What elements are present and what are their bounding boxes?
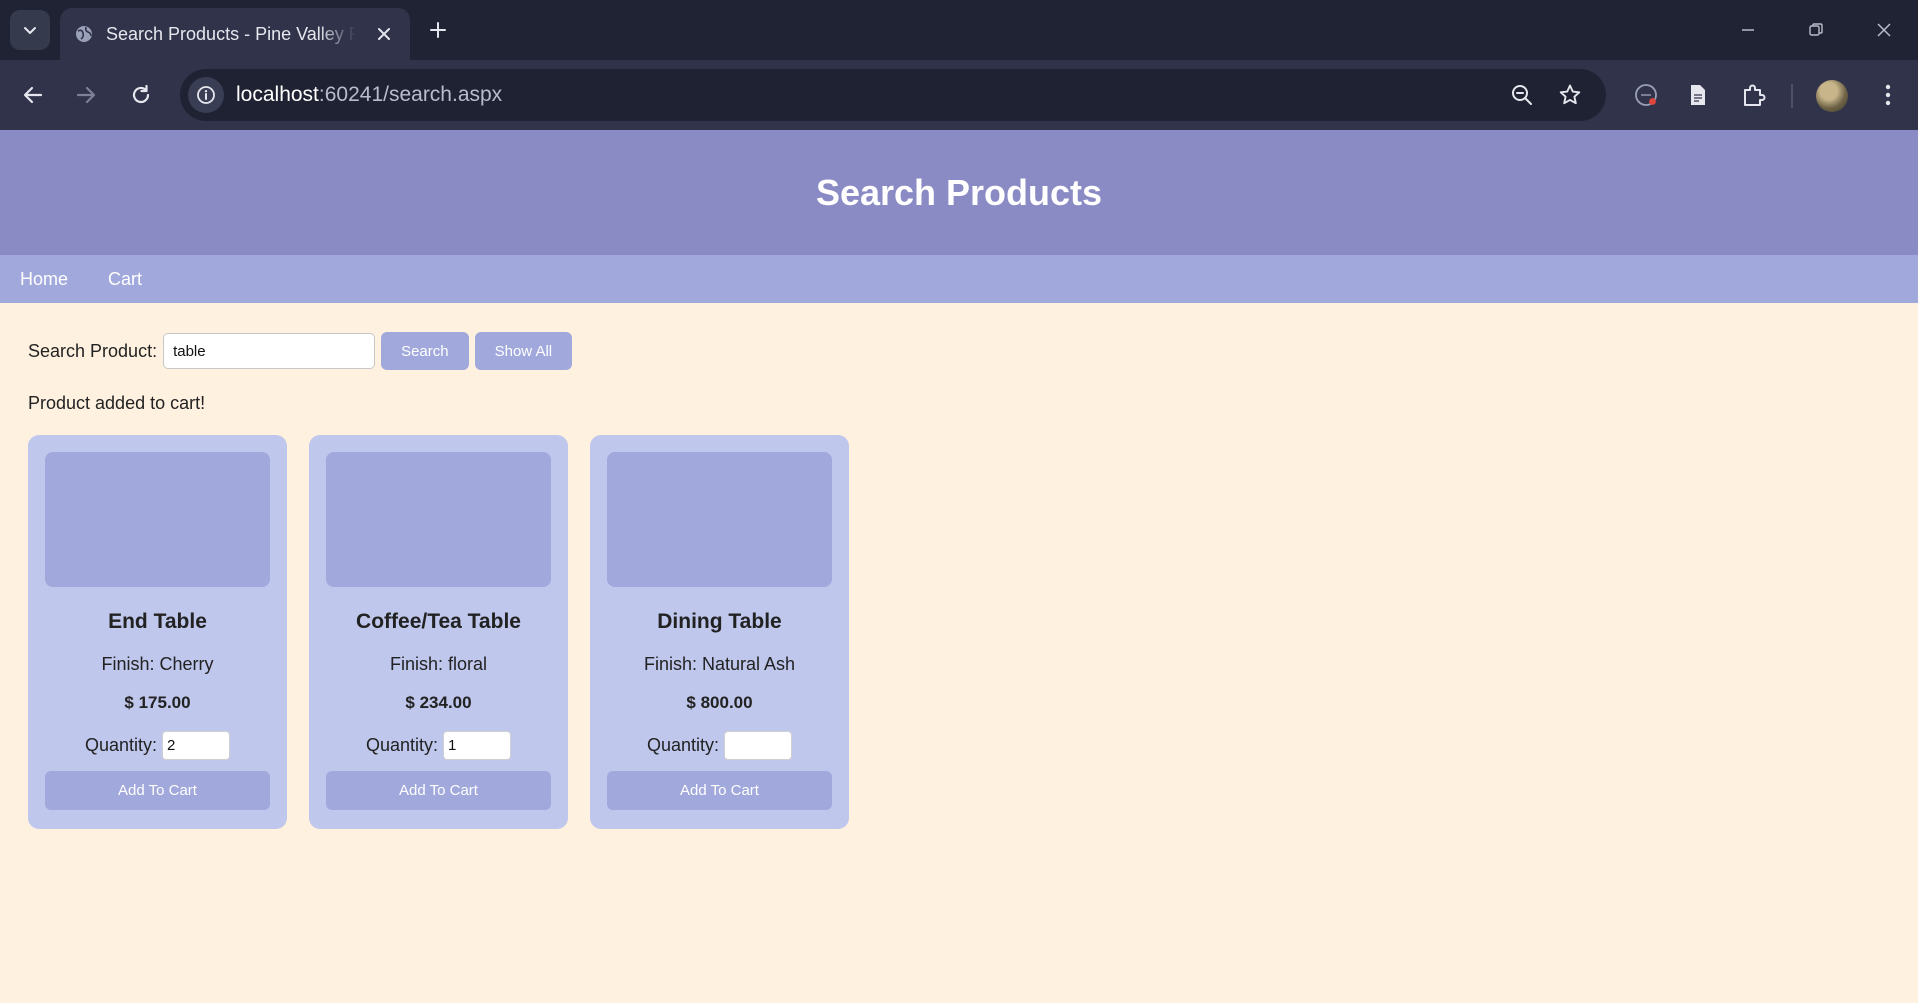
star-icon [1559,84,1581,105]
quantity-label: Quantity: [646,735,720,755]
address-bar[interactable]: localhost:60241/search.aspx [180,69,1606,121]
product-name: End Table [108,610,207,633]
tab-close-button[interactable] [372,22,396,46]
minimize-icon [1742,29,1754,31]
chevron-down-icon [24,27,36,34]
extension-status-icon [1635,84,1657,106]
product-name: Coffee/Tea Table [356,610,521,633]
show-all-button[interactable]: Show All [474,332,573,370]
tab-search-button[interactable] [10,10,50,50]
quantity-row: Quantity: [365,731,512,760]
more-vertical-icon [1885,84,1891,106]
product-card: Coffee/Tea Table Finish: floral $ 234.00… [309,435,568,829]
globe-icon [76,26,92,42]
site-nav: Home Cart [0,255,1918,303]
quantity-row: Quantity: [646,731,793,760]
browser-menu-button[interactable] [1870,77,1906,113]
add-to-cart-button[interactable]: Add To Cart [45,771,270,810]
close-icon [1877,23,1891,37]
url-host: localhost [236,83,319,106]
restore-icon [1809,23,1823,36]
product-finish: Finish: Natural Ash [643,654,796,674]
quantity-row: Quantity: [84,731,231,760]
close-icon [378,28,390,40]
reload-icon [132,84,150,104]
product-price: $ 175.00 [124,693,191,712]
status-message: Product added to cart! [28,393,206,413]
nav-link-cart[interactable]: Cart [108,269,142,290]
product-card: End Table Finish: Cherry $ 175.00 Quanti… [28,435,287,829]
info-icon [197,86,215,104]
back-button[interactable] [13,75,53,115]
puzzle-icon [1744,84,1766,106]
url-text: localhost:60241/search.aspx [236,83,502,107]
add-to-cart-button[interactable]: Add To Cart [326,771,551,810]
site-info-button[interactable] [188,77,224,113]
product-name: Dining Table [657,610,782,633]
product-image-placeholder [45,452,270,587]
document-icon [1691,85,1705,105]
toolbar-divider [1791,84,1793,108]
url-path: :60241/search.aspx [318,83,503,106]
product-image-placeholder [326,452,551,587]
profile-avatar[interactable] [1816,80,1848,112]
page-header: Search Products [0,130,1918,255]
plus-icon [430,22,446,38]
arrow-left-icon [23,86,43,104]
quantity-label: Quantity: [365,735,439,755]
quantity-label: Quantity: [84,735,158,755]
extensions-button[interactable] [1736,77,1772,113]
browser-tab[interactable]: Search Products - Pine Valley Furniture [60,8,410,60]
reload-button[interactable] [121,75,161,115]
close-window-button[interactable] [1864,12,1904,48]
zoom-button[interactable] [1506,79,1538,111]
page-title: Search Products [815,171,1103,213]
extension-button[interactable] [1628,77,1664,113]
product-price: $ 800.00 [686,693,753,712]
quantity-input[interactable] [443,731,512,760]
browser-toolbar: localhost:60241/search.aspx [0,60,1918,130]
minimize-button[interactable] [1728,12,1768,48]
add-to-cart-button[interactable]: Add To Cart [607,771,832,810]
search-button[interactable]: Search [381,332,469,370]
browser-tab-strip: Search Products - Pine Valley Furniture [0,0,1918,60]
restore-button[interactable] [1796,12,1836,48]
quantity-input[interactable] [162,731,231,760]
search-input[interactable] [163,333,376,369]
forward-button[interactable] [66,75,106,115]
quantity-input[interactable] [724,731,793,760]
search-label: Search Product: [28,340,158,361]
bookmark-button[interactable] [1554,79,1586,111]
arrow-right-icon [76,86,96,104]
tab-title: Search Products - Pine Valley Furniture [106,23,356,44]
search-form: Search Product: Search Show All [28,332,573,370]
product-list: End Table Finish: Cherry $ 175.00 Quanti… [28,435,871,829]
new-tab-button[interactable] [422,14,454,46]
reading-mode-button[interactable] [1680,77,1716,113]
product-finish: Finish: floral [389,654,488,674]
product-price: $ 234.00 [405,693,472,712]
product-card: Dining Table Finish: Natural Ash $ 800.0… [590,435,849,829]
zoom-out-icon [1512,85,1532,105]
product-finish: Finish: Cherry [101,654,214,674]
nav-link-home[interactable]: Home [20,269,68,290]
product-image-placeholder [607,452,832,587]
